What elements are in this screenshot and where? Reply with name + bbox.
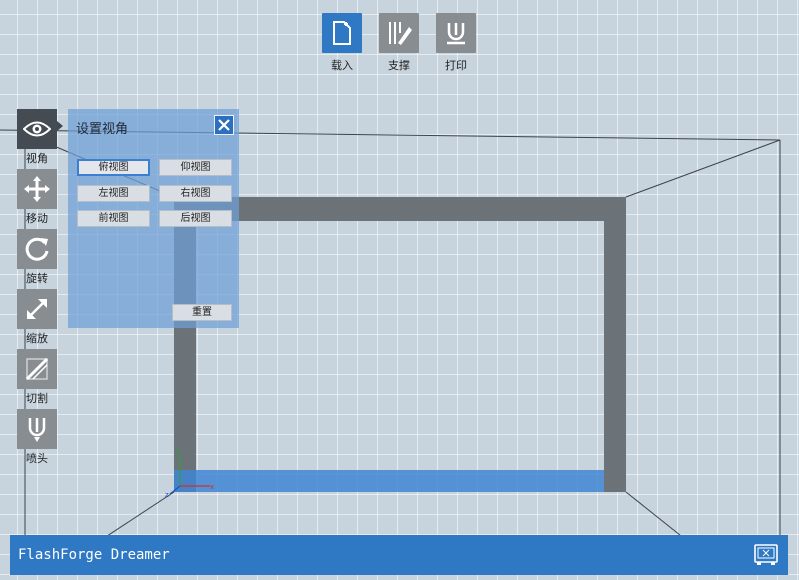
close-panel-button[interactable] [214,115,234,135]
status-bar: FlashForge Dreamer [10,535,788,575]
printer-status-button[interactable] [754,544,778,566]
app-name: FlashForge Dreamer [18,547,170,563]
view-tool-button[interactable]: 视角 [16,109,58,166]
support-label: 支撑 [388,59,410,72]
axis-label-x: x [210,483,214,491]
eye-icon [17,109,57,149]
right-view-button[interactable]: 右视图 [159,185,232,202]
move-tool-button[interactable]: 移动 [16,169,58,226]
build-plate-frame [174,197,626,492]
print-icon [436,13,476,53]
move-icon [17,169,57,209]
nozzle-tool-button[interactable]: 喷头 [16,409,58,466]
cut-tool-label: 切割 [26,392,48,405]
scale-tool-label: 缩放 [26,332,48,345]
left-view-button[interactable]: 左视图 [77,185,150,202]
nozzle-tool-label: 喷头 [26,452,48,465]
load-button[interactable]: 载入 [321,13,363,73]
view-tool-label: 视角 [26,152,48,165]
support-icon [379,13,419,53]
bottom-view-button[interactable]: 仰视图 [159,159,232,176]
panel-pointer [57,121,63,131]
view-settings-panel: 设置视角 俯视图 仰视图 左视图 右视图 前视图 后视图 重置 [68,109,239,328]
panel-title: 设置视角 [76,122,129,137]
cut-tool-button[interactable]: 切割 [16,349,58,406]
rotate-icon [17,229,57,269]
front-view-button[interactable]: 前视图 [77,210,150,227]
axis-label-y: y [176,447,180,455]
cut-icon [17,349,57,389]
scale-icon [17,289,57,329]
reset-view-button[interactable]: 重置 [172,304,232,321]
scale-tool-button[interactable]: 缩放 [16,289,58,346]
axis-label-z: z [165,491,169,499]
back-view-button[interactable]: 后视图 [159,210,232,227]
print-label: 打印 [445,59,467,72]
nozzle-icon [17,409,57,449]
close-icon [218,119,230,131]
rotate-tool-label: 旋转 [26,272,48,285]
load-label: 载入 [331,59,353,72]
rotate-tool-button[interactable]: 旋转 [16,229,58,286]
printer-status-icon [754,544,778,565]
top-view-button[interactable]: 俯视图 [77,159,150,176]
load-file-icon [322,13,362,53]
print-button[interactable]: 打印 [435,13,477,73]
move-tool-label: 移动 [26,212,48,225]
support-button[interactable]: 支撑 [378,13,420,73]
